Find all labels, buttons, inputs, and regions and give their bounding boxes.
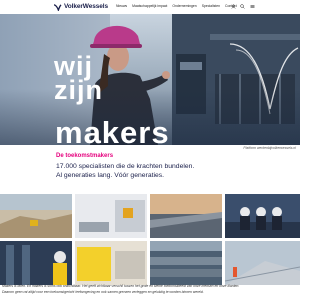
intro-title: De toekomstmakers xyxy=(56,153,114,159)
main-nav: Nieuws Maatschappelijk impact Ondernemin… xyxy=(116,4,237,9)
site-logo[interactable]: VolkerWessels xyxy=(53,3,108,11)
intro-line-2: Al generaties lang. Vóór generaties. xyxy=(56,172,165,179)
nav-item-ondernemingen[interactable]: Ondernemingen xyxy=(172,4,196,9)
menu-icon[interactable] xyxy=(250,4,255,9)
site-header: VolkerWessels Nieuws Maatschappelijk imp… xyxy=(0,0,300,14)
nav-item-maatschappelijk[interactable]: Maatschappelijk impact xyxy=(132,4,167,9)
hero-word-zijn: zijn xyxy=(54,75,103,105)
nav-item-nieuws[interactable]: Nieuws xyxy=(116,4,127,9)
search-icon[interactable] xyxy=(240,4,245,9)
footer-text-line-2: Daarom geen rat altijd voor een toekomst… xyxy=(2,290,204,294)
intro-line-1: 17.000 specialisten die de krachten bund… xyxy=(56,163,195,170)
hero-word-makers: makers xyxy=(55,115,170,146)
photo-tile-sunset-road[interactable] xyxy=(150,194,222,238)
photo-tile-factory[interactable] xyxy=(75,194,147,238)
footer-text-line-1: Makers is doen. En makers is soms ook on… xyxy=(2,284,240,288)
photo-tile-worker-yellow[interactable] xyxy=(0,241,72,285)
photo-tile-team-helmets[interactable] xyxy=(225,194,300,238)
logo-text: VolkerWessels xyxy=(64,3,108,10)
photo-tile-construction-roof[interactable] xyxy=(225,241,300,285)
hero-banner: wij zijn makers xyxy=(0,14,300,145)
photo-tile-pipes[interactable] xyxy=(150,241,222,285)
nav-item-specialisten[interactable]: Specialisten xyxy=(202,4,220,9)
photo-credit[interactable]: Platform werkenbijvolkerwessels.nl xyxy=(243,146,296,150)
user-icon[interactable] xyxy=(231,4,236,9)
photo-tile-hands-blueprint[interactable] xyxy=(75,241,147,285)
photo-tile-sandy-site[interactable] xyxy=(0,194,72,238)
logo-mark-icon xyxy=(53,3,62,11)
